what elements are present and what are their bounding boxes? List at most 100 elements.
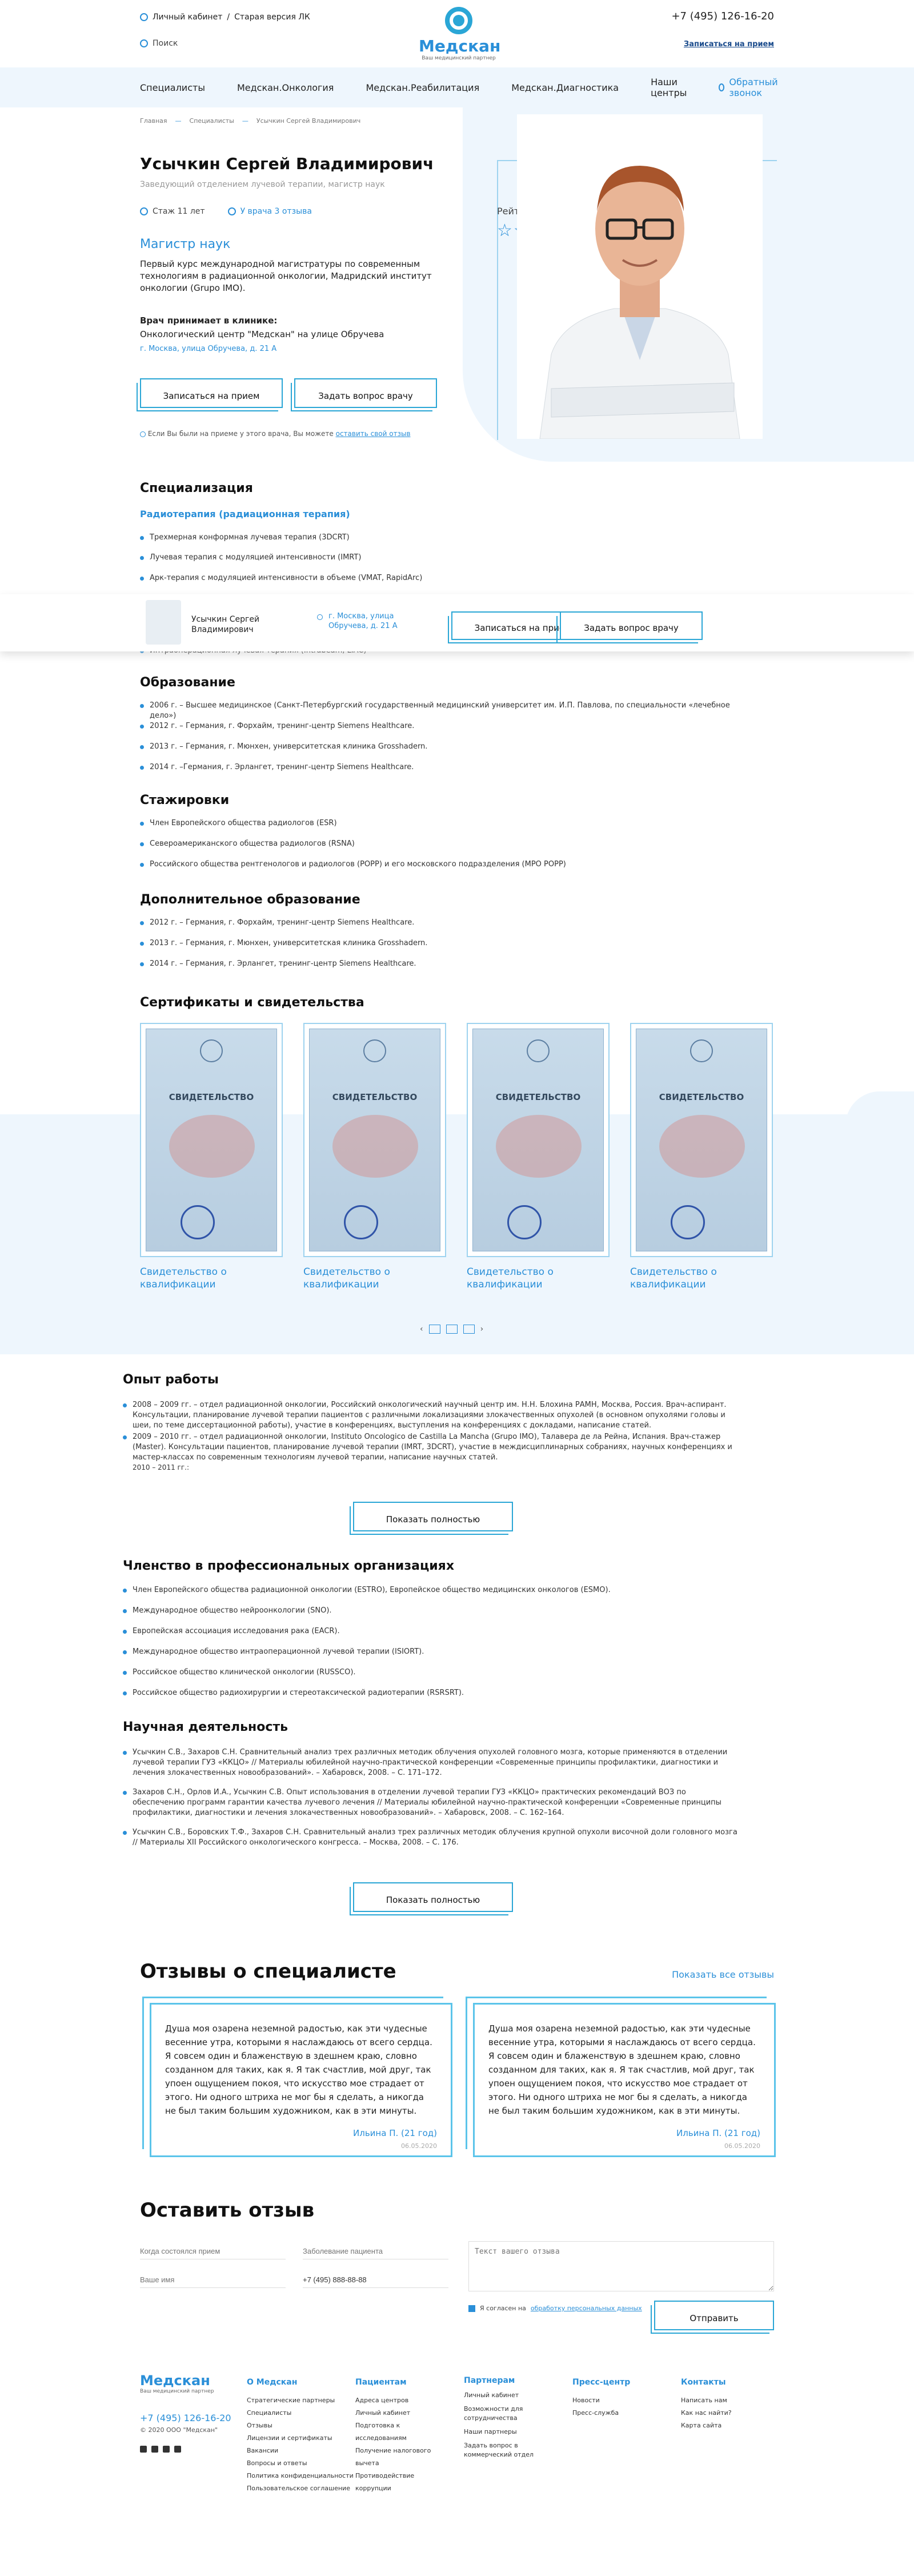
personal-account-link[interactable]: Личный кабинет / Старая версия ЛК bbox=[140, 13, 310, 22]
footer-col-about: О Медскан Стратегические партнеры Специа… bbox=[247, 2376, 354, 2495]
send-review-button[interactable]: Отправить bbox=[651, 2301, 774, 2334]
leave-review-link[interactable]: оставить свой отзыв bbox=[336, 430, 411, 438]
additional-edu-title: Дополнительное образование bbox=[140, 893, 360, 907]
reviews-count-link[interactable]: У врача 3 отзыва bbox=[240, 207, 312, 216]
nav-diagnostics[interactable]: Медскан.Диагностика bbox=[511, 82, 619, 93]
certificate-title[interactable]: Свидетельство о квалификации bbox=[630, 1266, 756, 1291]
stamp-icon bbox=[344, 1205, 378, 1239]
privacy-link[interactable]: обработку персональных данных bbox=[531, 2305, 642, 2312]
certificate-title[interactable]: Свидетельство о квалификации bbox=[140, 1266, 266, 1291]
header-appointment-link[interactable]: Записаться на прием bbox=[684, 40, 774, 49]
footer-link[interactable]: Вакансии bbox=[247, 2445, 354, 2457]
page-dot[interactable] bbox=[428, 1325, 440, 1334]
work-title: Опыт работы bbox=[123, 1373, 219, 1387]
all-reviews-link[interactable]: Показать все отзывы bbox=[672, 1969, 774, 1980]
crumb-current: Усычкин Сергей Владимирович bbox=[256, 117, 361, 125]
footer-col-contacts: Контакты Написать нам Как нас найти? Кар… bbox=[681, 2376, 732, 2432]
list-item: Международное общество нейроонкологии (S… bbox=[123, 1606, 740, 1616]
emblem-icon bbox=[200, 1039, 223, 1062]
footer-link[interactable]: Адреса центров bbox=[355, 2394, 447, 2407]
footer-link[interactable]: Подготовка к исследованиям bbox=[355, 2419, 447, 2445]
page-dot[interactable] bbox=[463, 1325, 475, 1334]
footer-phone[interactable]: +7 (495) 126-16-20 bbox=[140, 2413, 231, 2423]
list-item: Усычкин С.В., Боровских Т.Ф., Захаров С.… bbox=[123, 1827, 740, 1848]
footer-link[interactable]: Пользовательское соглашение bbox=[247, 2482, 354, 2495]
review-text-field[interactable] bbox=[468, 2241, 774, 2291]
footer-link[interactable]: Задать вопрос в коммерческий отдел bbox=[464, 2441, 550, 2459]
show-more-work-button[interactable]: Показать полностью bbox=[350, 1502, 513, 1535]
footer-link[interactable]: Карта сайта bbox=[681, 2419, 732, 2432]
search-button[interactable]: Поиск bbox=[140, 39, 178, 48]
footer-link[interactable]: Отзывы bbox=[247, 2419, 354, 2432]
certificates-title: Сертификаты и свидетельства bbox=[140, 995, 364, 1010]
review-author: Ильина П. (21 год) bbox=[353, 2128, 437, 2138]
certificate-card[interactable]: СВИДЕТЕЛЬСТВО bbox=[467, 1023, 610, 1257]
prev-arrow-icon[interactable]: ‹ bbox=[420, 1325, 423, 1334]
map-pin-icon bbox=[317, 611, 323, 622]
footer-link[interactable]: Новости bbox=[572, 2394, 630, 2407]
footer-link[interactable]: Политика конфиденциальности bbox=[247, 2470, 354, 2482]
footer-link[interactable]: Лицензии и сертификаты bbox=[247, 2432, 354, 2445]
sticky-ask-button[interactable]: Задать вопрос врачу bbox=[556, 611, 703, 643]
nav-rehab[interactable]: Медскан.Реабилитация bbox=[366, 82, 479, 93]
certificate-card[interactable]: СВИДЕТЕЛЬСТВО bbox=[630, 1023, 773, 1257]
appointment-button[interactable]: Записаться на прием bbox=[137, 378, 283, 411]
experience: Стаж 11 лет bbox=[153, 207, 205, 216]
page-dot[interactable] bbox=[446, 1325, 458, 1334]
list-item: Североамериканского общества радиологов … bbox=[140, 839, 757, 849]
clinic-address-link[interactable]: г. Москва, улица Обручева, д. 21 А bbox=[140, 345, 276, 353]
review-text: Душа моя озарена неземной радостью, как … bbox=[488, 2023, 756, 2116]
footer-link[interactable]: Противодействие коррупции bbox=[355, 2470, 447, 2495]
next-arrow-icon[interactable]: › bbox=[480, 1325, 484, 1334]
review-text: Душа моя озарена неземной радостью, как … bbox=[165, 2023, 432, 2116]
consent-checkbox[interactable]: Я согласен на обработку персональных данн… bbox=[468, 2305, 642, 2312]
crumb-specialists[interactable]: Специалисты bbox=[190, 117, 234, 125]
youtube-icon[interactable] bbox=[174, 2446, 181, 2453]
footer-link[interactable]: Личный кабинет bbox=[355, 2407, 447, 2419]
footer-link[interactable]: Специалисты bbox=[247, 2407, 354, 2419]
logo[interactable]: Медскан Ваш медицинский партнер bbox=[419, 7, 500, 61]
stamp-icon bbox=[507, 1205, 542, 1239]
certificate-card[interactable]: СВИДЕТЕЛЬСТВО bbox=[140, 1023, 283, 1257]
science-title: Научная деятельность bbox=[123, 1720, 288, 1734]
list-item: Трехмерная конформная лучевая терапия (3… bbox=[140, 533, 757, 543]
nav-centers[interactable]: Наши центры bbox=[651, 77, 687, 98]
review-date: 06.05.2020 bbox=[724, 2142, 760, 2150]
nav-specialists[interactable]: Специалисты bbox=[140, 82, 205, 93]
reviews-title: Отзывы о специалисте bbox=[140, 1960, 396, 1983]
certificate-title[interactable]: Свидетельство о квалификации bbox=[303, 1266, 429, 1291]
vk-icon[interactable] bbox=[151, 2446, 158, 2453]
header-phone[interactable]: +7 (495) 126-16-20 bbox=[671, 10, 774, 22]
nav-oncology[interactable]: Медскан.Онкология bbox=[237, 82, 334, 93]
footer-link[interactable]: Личный кабинет bbox=[464, 2391, 550, 2400]
visit-date-field[interactable] bbox=[140, 2243, 286, 2259]
footer-link[interactable]: Наши партнеры bbox=[464, 2427, 550, 2437]
list-item: 2014 г. – Германия, г. Эрлангет, тренинг… bbox=[140, 959, 757, 969]
review-date: 06.05.2020 bbox=[401, 2142, 437, 2150]
old-account-link[interactable]: Старая версия ЛК bbox=[234, 13, 310, 22]
footer-link[interactable]: Стратегические партнеры bbox=[247, 2394, 354, 2407]
disease-field[interactable] bbox=[303, 2243, 448, 2259]
instagram-icon[interactable] bbox=[163, 2446, 170, 2453]
footer-link[interactable]: Как нас найти? bbox=[681, 2407, 732, 2419]
callback-button[interactable]: Обратный звонок bbox=[719, 77, 780, 98]
show-more-science-button[interactable]: Показать полностью bbox=[350, 1882, 513, 1915]
crumb-home[interactable]: Главная bbox=[140, 117, 167, 125]
name-field[interactable] bbox=[140, 2272, 286, 2288]
footer-link[interactable]: Пресс-служба bbox=[572, 2407, 630, 2419]
degree: Магистр наук bbox=[140, 237, 231, 251]
stamp-icon bbox=[671, 1205, 705, 1239]
sticky-address-link[interactable]: г. Москва, улица Обручева, д. 21 А bbox=[328, 611, 426, 631]
footer-link[interactable]: Возможности для сотрудничества bbox=[464, 2405, 550, 2423]
footer-link[interactable]: Написать нам bbox=[681, 2394, 732, 2407]
phone-field[interactable] bbox=[303, 2272, 448, 2288]
footer-link[interactable]: Получение налогового вычета bbox=[355, 2445, 447, 2470]
ask-doctor-button[interactable]: Задать вопрос врачу bbox=[291, 378, 437, 411]
footer-link[interactable]: Вопросы и ответы bbox=[247, 2457, 354, 2470]
certificate-title[interactable]: Свидетельство о квалификации bbox=[467, 1266, 592, 1291]
facebook-icon[interactable] bbox=[140, 2446, 147, 2453]
footer-logo[interactable]: Медскан Ваш медицинский партнер bbox=[140, 2373, 214, 2394]
certificate-card[interactable]: СВИДЕТЕЛЬСТВО bbox=[303, 1023, 446, 1257]
list-item: 2013 г. – Германия, г. Мюнхен, университ… bbox=[140, 938, 757, 949]
spec-title: Специализация bbox=[140, 481, 253, 495]
